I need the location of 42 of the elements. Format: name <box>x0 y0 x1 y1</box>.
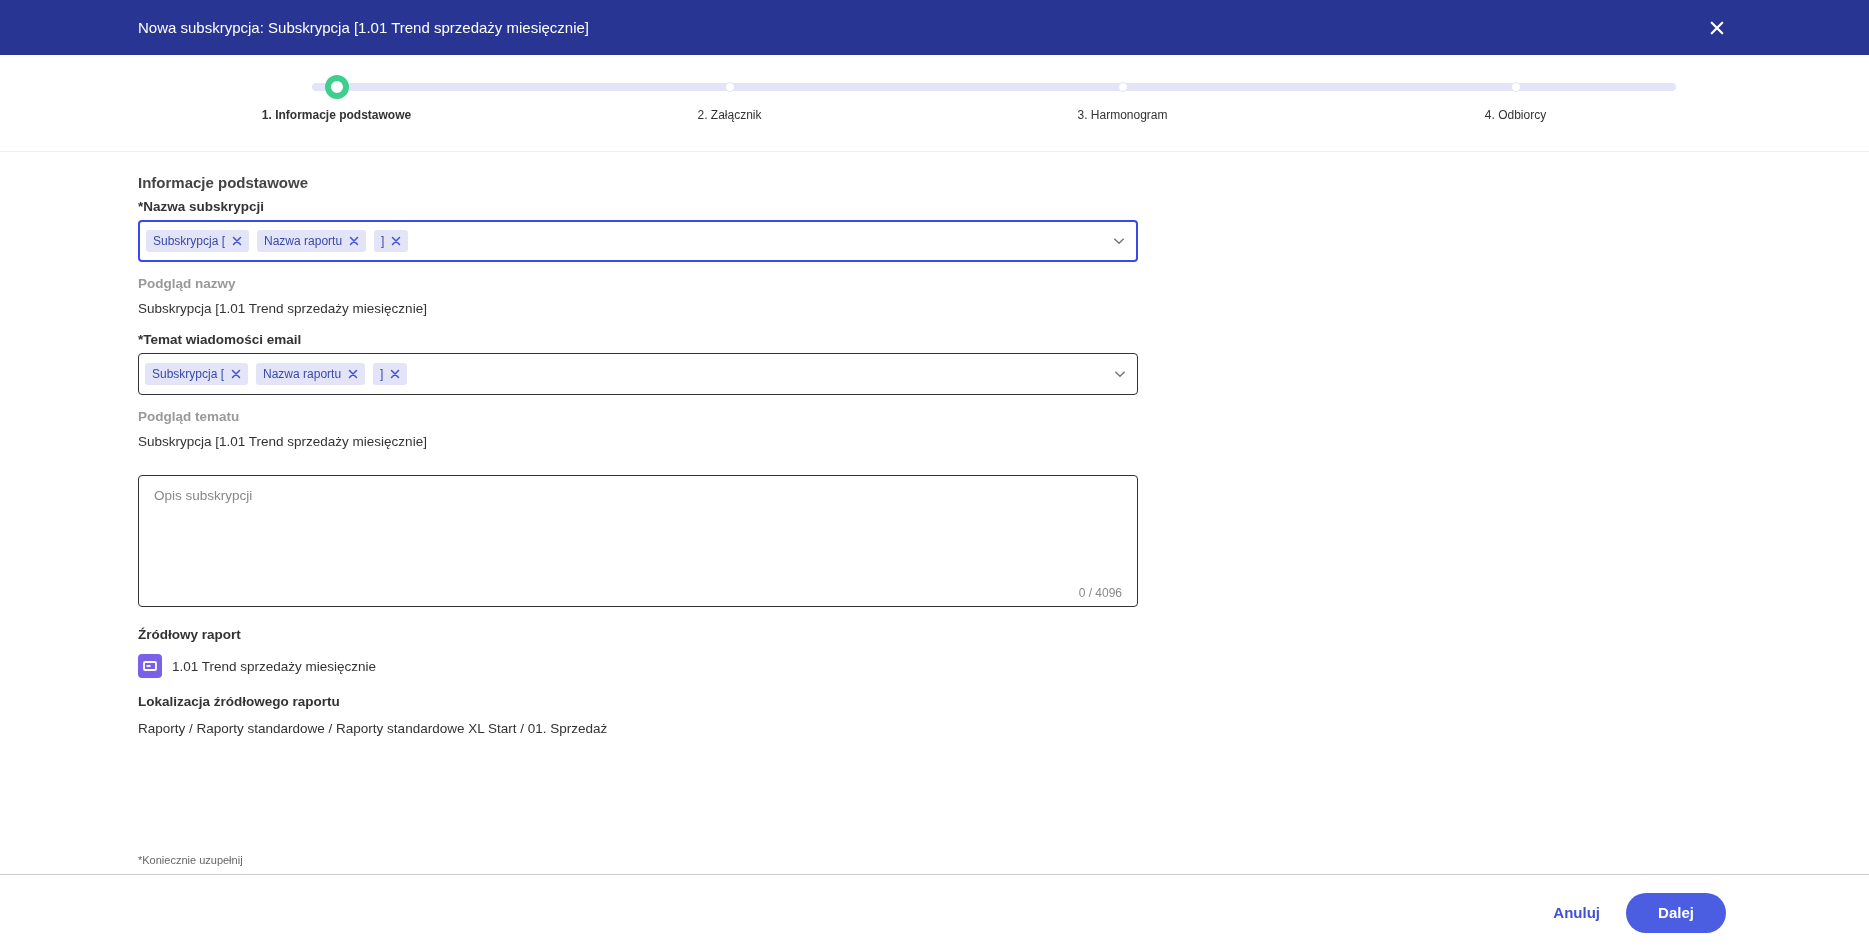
field-label: Źródłowy raport <box>138 627 242 642</box>
report-path: Raporty / Raporty standardowe / Raporty standardowe XL Start / 01. Sprzedaż <box>138 721 609 736</box>
close-icon <box>231 235 244 247</box>
remove-chip-button[interactable] <box>231 235 244 247</box>
preview-text: Subskrypcja [1.01 Trend sprzedaży miesięcznie] <box>138 301 428 316</box>
description-field[interactable]: Opis subskrypcji 0 / 4096 <box>138 475 1138 607</box>
report-icon <box>138 654 162 678</box>
token-select-field[interactable]: Subskrypcja [ Nazwa raportu ] <box>138 220 1138 262</box>
cancel-button[interactable]: Anuluj <box>1547 903 1606 922</box>
field-label: Lokalizacja źródłowego raportu <box>138 694 341 709</box>
remove-chip-button[interactable] <box>230 368 243 380</box>
chip-label: Nazwa raportu <box>263 367 342 381</box>
chip-label: Nazwa raportu <box>264 234 343 248</box>
chip-label: Subskrypcja [ <box>153 234 226 248</box>
character-counter: 0 / 4096 <box>1078 586 1122 600</box>
close-icon <box>389 368 402 380</box>
preview-label: Podgląd nazwy <box>138 276 237 291</box>
chip-label: Subskrypcja [ <box>152 367 225 381</box>
remove-chip-button[interactable] <box>347 368 360 380</box>
preview-text: Subskrypcja [1.01 Trend sprzedaży miesięcznie] <box>138 434 428 449</box>
field-label: *Temat wiadomości email <box>138 332 303 347</box>
close-icon <box>348 235 361 247</box>
step-label[interactable]: 2. Załącznik <box>697 108 762 122</box>
chip-label: ] <box>381 234 385 248</box>
remove-chip-button[interactable] <box>389 368 402 380</box>
step-label[interactable]: 1. Informacje podstawowe <box>261 108 412 122</box>
close-icon <box>347 368 360 380</box>
report-name: 1.01 Trend sprzedaży miesięcznie <box>172 658 377 674</box>
step-label[interactable]: 4. Odbiorcy <box>1484 108 1547 122</box>
section-title: Informacje podstawowe <box>138 174 310 191</box>
step-label[interactable]: 3. Harmonogram <box>1077 108 1168 122</box>
next-button[interactable]: Dalej <box>1626 892 1726 933</box>
token-select-field[interactable]: Subskrypcja [ Nazwa raportu ] <box>138 353 1138 395</box>
close-icon <box>230 368 243 380</box>
remove-chip-button[interactable] <box>390 235 403 247</box>
field-label: *Nazwa subskrypcji <box>138 199 266 214</box>
required-note: *Koniecznie uzupełnij <box>138 854 244 866</box>
close-icon <box>390 235 403 247</box>
window-title: Nowa subskrypcja: Subskrypcja [1.01 Trend sprzedaży miesięcznie] <box>138 19 590 36</box>
chip-label: ] <box>380 367 384 381</box>
remove-chip-button[interactable] <box>348 235 361 247</box>
preview-label: Podgląd tematu <box>138 409 241 424</box>
